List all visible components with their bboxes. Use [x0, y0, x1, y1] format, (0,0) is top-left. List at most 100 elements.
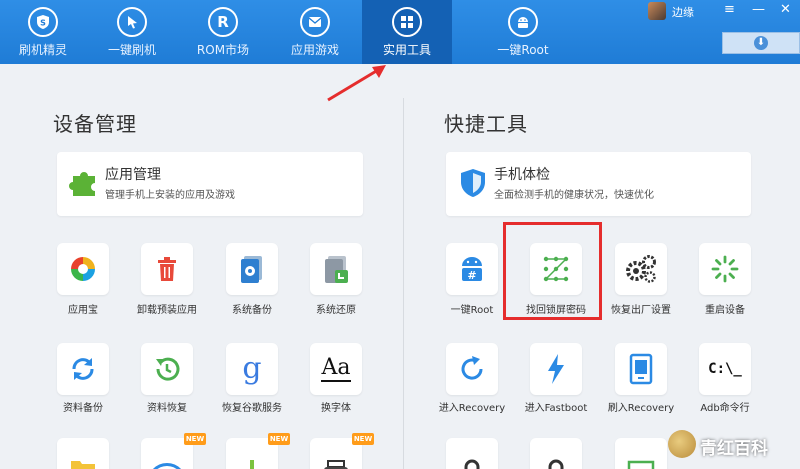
tile-enter-recovery[interactable] — [446, 343, 498, 395]
tile-label: 进入Fastboot — [524, 403, 588, 414]
svg-text:S: S — [40, 19, 46, 28]
card-title: 应用管理 — [105, 167, 161, 183]
nav-tab-apps-games[interactable]: 应用游戏 — [272, 0, 358, 64]
section-divider — [403, 98, 404, 469]
shield-s-icon: S — [28, 7, 58, 37]
tile-label: 系统还原 — [316, 305, 356, 316]
tile-label: 恢复谷歌服务 — [222, 403, 282, 414]
refresh-icon — [461, 356, 483, 380]
tile-label: 刷入Recovery — [607, 403, 675, 414]
menu-icon[interactable]: ≡ — [724, 2, 735, 17]
card-subtitle: 管理手机上安装的应用及游戏 — [105, 190, 235, 201]
brush-icon — [250, 460, 254, 469]
tile-restore-google-services[interactable]: g — [226, 343, 278, 395]
phone-checkup-card[interactable]: 手机体检 全面检测手机的健康状况，快速优化 — [446, 152, 751, 216]
envelope-icon — [300, 7, 330, 37]
system-restore-icon — [325, 256, 348, 283]
download-arrow-icon: ⬇ — [754, 36, 768, 50]
font-aa-icon: Aa — [321, 355, 351, 383]
tile-reboot-device[interactable] — [699, 243, 751, 295]
nav-tab-label: ROM市场 — [196, 43, 250, 57]
annotation-arrow — [327, 65, 386, 102]
r-icon: R — [208, 7, 238, 37]
watermark-logo-icon — [668, 430, 696, 458]
yingyongbao-icon — [71, 257, 95, 281]
tile-yingyongbao[interactable] — [57, 243, 109, 295]
tile-system-backup[interactable] — [226, 243, 278, 295]
section-title-quick-tools: 快捷工具 — [444, 112, 528, 136]
trash-icon — [158, 257, 176, 281]
new-badge: NEW — [184, 433, 206, 445]
nav-tab-label: 一键Root — [497, 43, 549, 57]
puzzle-icon — [69, 172, 95, 196]
tile-uninstall-preinstalled[interactable] — [141, 243, 193, 295]
username[interactable]: 边缘 — [672, 4, 694, 20]
nav-tab-one-click-root[interactable]: 一键Root — [480, 0, 566, 64]
app-management-card[interactable]: 应用管理 管理手机上安装的应用及游戏 — [57, 152, 363, 216]
nav-tab-one-click-flash[interactable]: 一键刷机 — [89, 0, 175, 64]
android-root-icon: # — [462, 257, 482, 282]
card-subtitle: 全面检测手机的健康状况，快速优化 — [494, 190, 654, 201]
tile-one-click-root[interactable]: # — [446, 243, 498, 295]
wifi-icon — [152, 463, 182, 469]
section-title-device-management: 设备管理 — [53, 112, 137, 136]
top-nav-bar: S 刷机精灵 一键刷机 R ROM市场 应用游戏 实用工具 一键Root 边缘 … — [0, 0, 800, 64]
tablet-edit-icon — [629, 353, 653, 385]
tile-image[interactable] — [615, 438, 667, 469]
tile-change-font[interactable]: Aa — [310, 343, 362, 395]
loading-spinner-icon — [711, 255, 739, 283]
nav-tab-label: 一键刷机 — [107, 43, 156, 57]
tile-label: 应用宝 — [68, 305, 98, 316]
tile-label: 换字体 — [321, 403, 351, 414]
tile-label: 卸载预装应用 — [137, 305, 197, 316]
nav-tab-flash-wizard[interactable]: S 刷机精灵 — [0, 0, 86, 64]
lock-icon — [464, 459, 480, 469]
nav-tab-label: 应用游戏 — [290, 43, 339, 57]
gears-icon — [626, 255, 656, 283]
tile-lock-a[interactable] — [446, 438, 498, 469]
svg-text:#: # — [467, 269, 476, 282]
tile-label: 重启设备 — [705, 305, 745, 316]
tile-label: 恢复出厂设置 — [611, 305, 671, 316]
tile-flash-recovery[interactable] — [615, 343, 667, 395]
highlight-box — [503, 222, 602, 320]
minimize-icon[interactable]: — — [752, 2, 765, 17]
shield-icon — [461, 169, 485, 197]
tile-system-restore[interactable] — [310, 243, 362, 295]
tile-label: 资料备份 — [63, 403, 103, 414]
nav-tab-label: 实用工具 — [382, 43, 431, 57]
tile-data-backup[interactable] — [57, 343, 109, 395]
tile-enter-fastboot[interactable] — [530, 343, 582, 395]
tile-adb-command-line[interactable]: C:\_ — [699, 343, 751, 395]
tile-data-restore[interactable] — [141, 343, 193, 395]
tile-label: 系统备份 — [232, 305, 272, 316]
nav-tab-utilities[interactable]: 实用工具 — [362, 0, 452, 64]
tile-label: 资料恢复 — [147, 403, 187, 414]
sync-icon — [72, 358, 94, 380]
tile-factory-reset[interactable] — [615, 243, 667, 295]
terminal-icon: C:\_ — [708, 361, 742, 377]
system-backup-icon — [241, 256, 262, 283]
card-title: 手机体检 — [494, 167, 550, 183]
printer-icon — [324, 460, 348, 469]
tile-lock-b[interactable] — [530, 438, 582, 469]
tile-label: 进入Recovery — [438, 403, 506, 414]
history-icon — [156, 357, 180, 381]
image-icon — [627, 460, 655, 469]
google-g-icon: g — [242, 351, 262, 386]
grid-icon — [392, 7, 422, 37]
nav-tab-label: 刷机精灵 — [18, 43, 67, 57]
cursor-icon — [117, 7, 147, 37]
download-button[interactable]: ⬇ — [722, 32, 800, 54]
tile-label: Adb命令行 — [700, 403, 750, 414]
nav-tab-rom-market[interactable]: R ROM市场 — [180, 0, 266, 64]
new-badge: NEW — [352, 433, 374, 445]
folder-icon — [71, 461, 95, 469]
watermark-text: 青红百科 — [700, 439, 768, 459]
close-icon[interactable]: ✕ — [780, 2, 791, 17]
lightning-icon — [548, 354, 564, 384]
avatar[interactable] — [648, 2, 666, 20]
lock-icon — [548, 459, 564, 469]
tile-folder[interactable] — [57, 438, 109, 469]
android-icon — [508, 7, 538, 37]
